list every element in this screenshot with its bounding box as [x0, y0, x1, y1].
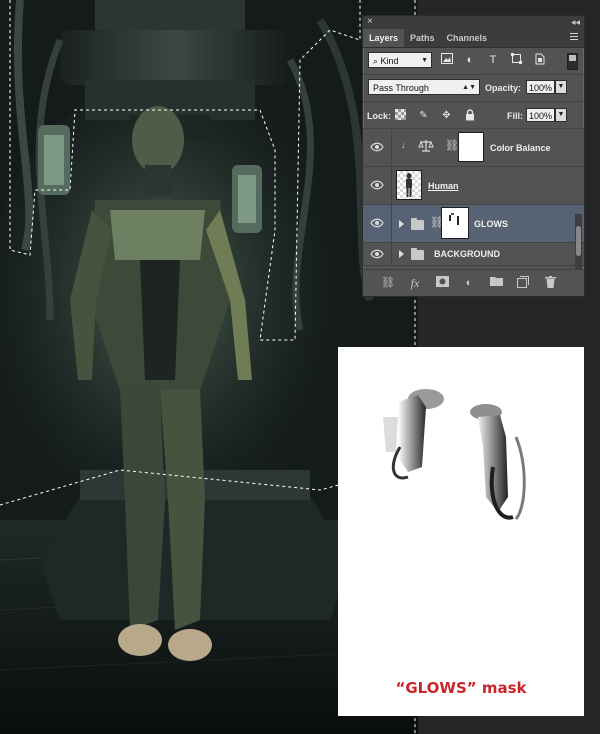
folder-icon [411, 248, 424, 260]
group-mask-thumbnail[interactable] [442, 208, 468, 238]
layer-human[interactable]: Human [363, 167, 584, 205]
layer-name: BACKGROUND [434, 249, 500, 259]
search-icon: ⌕ [373, 56, 381, 66]
eye-icon[interactable] [370, 217, 384, 229]
lock-transparent-icon[interactable] [394, 109, 407, 122]
visibility-column-divider [391, 243, 392, 265]
lock-position-icon[interactable]: ✥ [440, 109, 453, 122]
layer-thumbnail[interactable] [396, 170, 422, 200]
eye-icon[interactable] [370, 141, 384, 153]
kind-label: Kind [380, 56, 399, 66]
clipping-arrow-icon: ↓ [401, 140, 406, 150]
expand-group-icon[interactable] [399, 250, 404, 258]
opacity-field[interactable]: 100% [526, 80, 555, 94]
folder-icon [411, 218, 424, 230]
layer-background-group[interactable]: BACKGROUND [363, 243, 584, 266]
image-filter-icon[interactable] [439, 53, 455, 68]
blend-mode-value: Pass Through [373, 83, 429, 93]
filter-row: ⌕ Kind ▼ ◐ T [363, 48, 584, 75]
visibility-column-divider [391, 205, 392, 242]
filter-toggle-switch[interactable] [567, 53, 578, 70]
mask-icon[interactable] [435, 276, 449, 290]
chevron-down-icon: ▲▼ [462, 84, 476, 91]
adjustment-filter-icon[interactable]: ◐ [462, 53, 478, 68]
panel-title-bar[interactable]: × ◂◂ [363, 16, 584, 28]
scrollbar-thumb[interactable] [576, 226, 581, 256]
close-panel-icon[interactable]: × [367, 16, 373, 28]
chevron-down-icon: ▼ [421, 57, 428, 64]
tab-layers[interactable]: Layers [363, 29, 405, 47]
fill-dropdown-icon[interactable]: ▼ [555, 108, 567, 122]
new-layer-icon[interactable] [516, 276, 530, 290]
lock-row: Lock: ✎ ✥ Fill: 100% ▼ [363, 102, 584, 129]
panel-menu-icon[interactable] [570, 33, 578, 42]
layer-name: Color Balance [490, 143, 551, 153]
fx-icon[interactable]: fx [408, 276, 422, 290]
mask-link-icon[interactable]: ⛓ [445, 139, 459, 152]
opacity-label: Opacity: [485, 83, 522, 93]
link-icon[interactable]: ⛓ [381, 276, 395, 290]
lock-image-icon[interactable]: ✎ [417, 109, 430, 122]
blend-row: Pass Through ▲▼ Opacity: 100% ▼ [363, 75, 584, 102]
type-filter-icon[interactable]: T [485, 53, 501, 68]
glows-mask-image [383, 389, 526, 520]
panel-tabs: Layers Paths Channels [363, 28, 584, 48]
panel-footer: ⛓ fx ◐ [363, 269, 584, 296]
mask-preview: “GLOWS” mask [338, 347, 584, 716]
lock-all-icon[interactable] [463, 109, 476, 122]
visibility-column-divider [391, 129, 392, 166]
shape-filter-icon[interactable] [508, 53, 524, 68]
fill-label: Fill: [507, 111, 523, 121]
opacity-dropdown-icon[interactable]: ▼ [555, 80, 567, 94]
lock-label: Lock: [367, 111, 392, 121]
folder-icon[interactable] [489, 276, 503, 290]
trash-icon[interactable] [543, 276, 557, 290]
adjustment-mask-thumbnail[interactable] [458, 132, 484, 162]
layers-panel[interactable]: × ◂◂ Layers Paths Channels ⌕ Kind ▼ ◐ T … [362, 15, 585, 297]
blend-mode-select[interactable]: Pass Through ▲▼ [368, 79, 480, 95]
collapse-panel-icon[interactable]: ◂◂ [571, 16, 580, 28]
smart-object-filter-icon[interactable] [531, 53, 547, 68]
fill-field[interactable]: 100% [526, 108, 555, 122]
eye-icon[interactable] [370, 179, 384, 191]
adjustment-icon[interactable]: ◐ [462, 276, 476, 290]
eye-icon[interactable] [370, 248, 384, 260]
expand-group-icon[interactable] [399, 220, 404, 228]
visibility-column-divider [391, 167, 392, 204]
layer-name: GLOWS [474, 219, 508, 229]
layer-color-balance[interactable]: ↓ ⛓ Color Balance [363, 129, 584, 167]
layer-name: Human [428, 181, 459, 191]
tab-channels[interactable]: Channels [441, 29, 494, 47]
mask-caption: “GLOWS” mask [395, 679, 527, 697]
layers-list: ↓ ⛓ Color Balance Human ⛓ GLOWS BACKGROU… [363, 129, 584, 266]
tab-paths[interactable]: Paths [404, 29, 441, 47]
kind-filter-select[interactable]: ⌕ Kind ▼ [368, 52, 432, 68]
balance-scale-icon [418, 139, 434, 155]
layer-glows[interactable]: ⛓ GLOWS [363, 205, 584, 243]
